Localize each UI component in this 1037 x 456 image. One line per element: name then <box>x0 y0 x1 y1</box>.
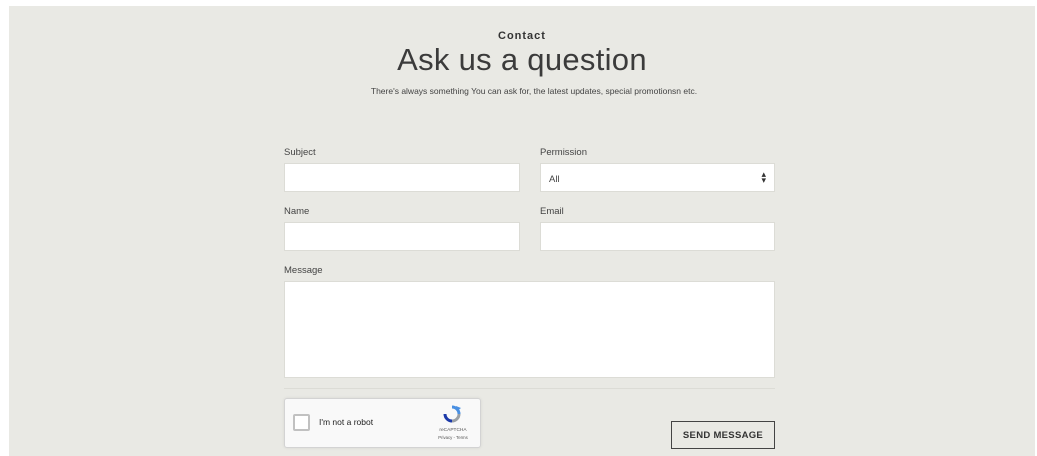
recaptcha-terms-link[interactable]: Privacy - Terms <box>433 435 473 440</box>
send-message-button[interactable]: SEND MESSAGE <box>671 421 775 449</box>
subject-label: Subject <box>284 147 316 158</box>
email-label: Email <box>540 206 564 217</box>
recaptcha-widget: I'm not a robot reCAPTCHA Privacy - Term… <box>284 398 481 448</box>
name-label: Name <box>284 206 310 217</box>
message-textarea[interactable] <box>284 281 775 378</box>
email-input[interactable] <box>540 222 775 251</box>
recaptcha-brand: reCAPTCHA <box>439 428 467 433</box>
page-title: Ask us a question <box>397 42 647 77</box>
contact-section: Contact Ask us a question There's always… <box>9 6 1035 456</box>
form-divider <box>284 388 775 389</box>
name-input[interactable] <box>284 222 520 251</box>
message-label: Message <box>284 265 323 276</box>
section-eyebrow: Contact <box>498 30 546 42</box>
recaptcha-logo-icon <box>443 405 461 423</box>
subject-input[interactable] <box>284 163 520 192</box>
permission-select[interactable]: All ▴ ▾ <box>540 163 775 192</box>
sort-updown-icon: ▴ ▾ <box>761 169 766 185</box>
permission-label: Permission <box>540 147 587 158</box>
recaptcha-checkbox[interactable] <box>293 414 310 431</box>
page-subtitle: There's always something You can ask for… <box>370 86 698 96</box>
permission-selected-value: All <box>549 174 560 185</box>
recaptcha-label: I'm not a robot <box>319 417 374 427</box>
